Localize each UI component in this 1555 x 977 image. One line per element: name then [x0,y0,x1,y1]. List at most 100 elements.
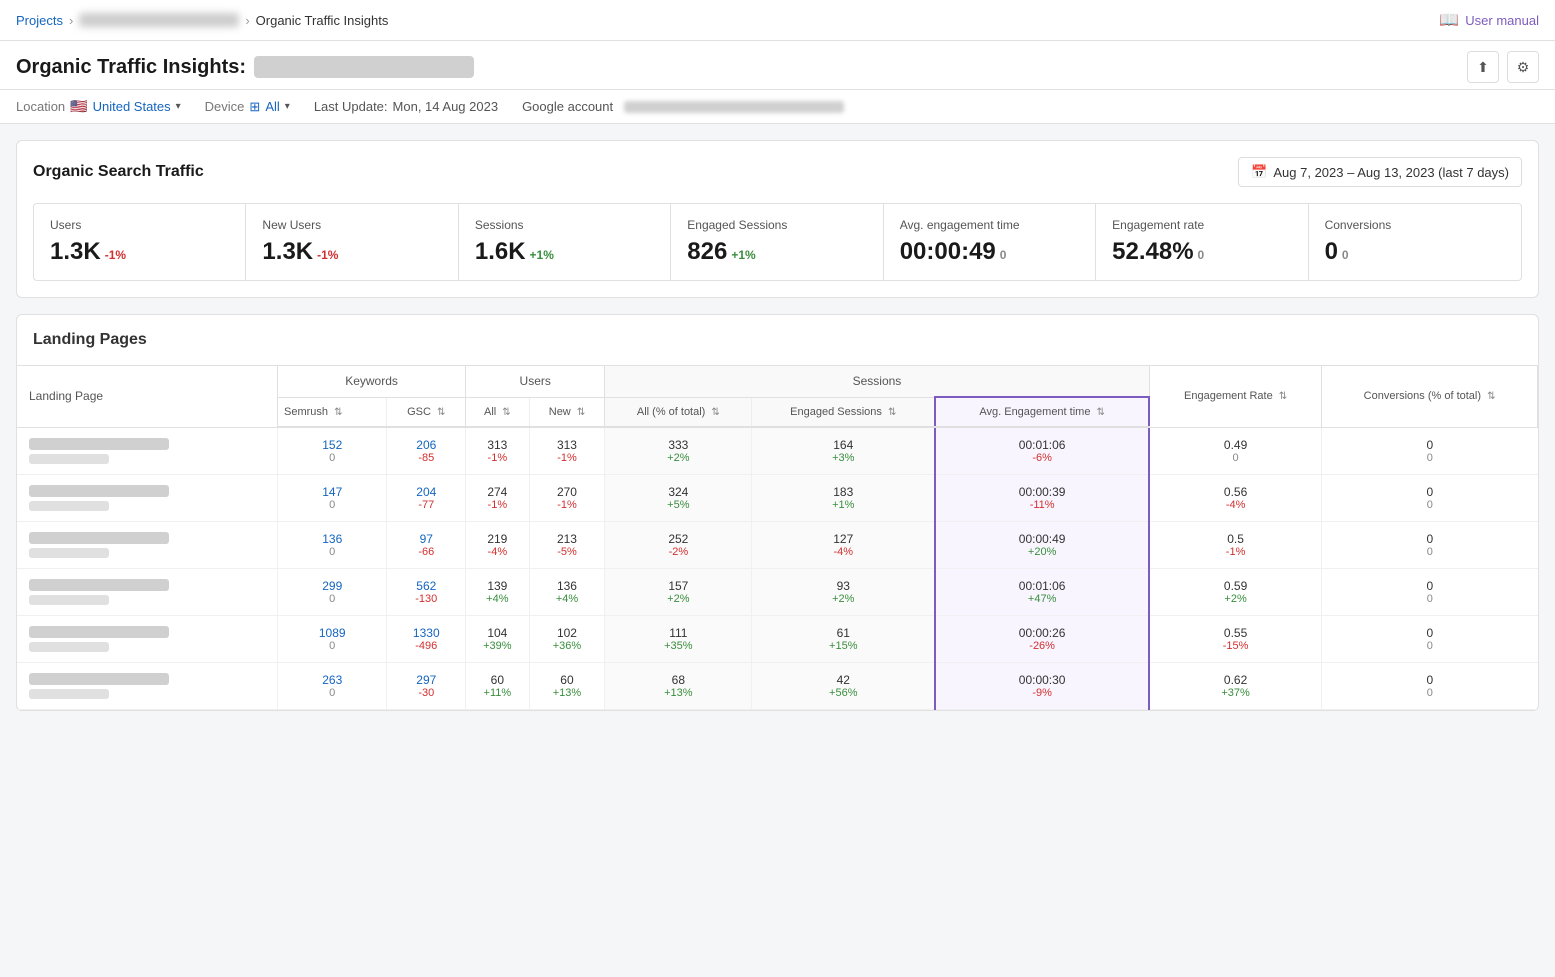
organic-search-header: Organic Search Traffic 📅 Aug 7, 2023 – A… [33,157,1522,187]
table-row: 299 0 562 -130 139 +4% 136 +4% 157 +2% 9… [17,569,1538,616]
gsc-val: 297 -30 [387,663,466,710]
metric-value: 00:00:490 [900,238,1079,266]
semrush-val: 1089 0 [277,616,387,663]
users-new-val: 213 -5% [529,522,605,569]
metric-label: Users [50,218,229,232]
metric-label: Engaged Sessions [687,218,866,232]
metric-change: -1% [105,248,126,262]
sessions-all-val: 68 +13% [605,663,752,710]
page-header: Organic Traffic Insights: ⬆ ⚙ [0,41,1555,90]
sessions-all-val: 252 -2% [605,522,752,569]
sessions-all-val: 333 +2% [605,427,752,475]
table-row: 136 0 97 -66 219 -4% 213 -5% 252 -2% 127… [17,522,1538,569]
engaged-sessions-val: 93 +2% [752,569,935,616]
main-content: Organic Search Traffic 📅 Aug 7, 2023 – A… [0,124,1555,727]
semrush-val: 147 0 [277,475,387,522]
metric-engagement-rate: Engagement rate 52.48%0 [1096,204,1308,280]
date-range-label: Aug 7, 2023 – Aug 13, 2023 (last 7 days) [1273,165,1509,180]
metric-engaged-sessions: Engaged Sessions 826+1% [671,204,883,280]
conversions-val: 0 0 [1322,475,1538,522]
landing-page-cell [17,475,277,522]
col-engaged-sessions[interactable]: Engaged Sessions ⇅ [752,397,935,427]
sessions-all-val: 157 +2% [605,569,752,616]
metric-avg.-engagement-time: Avg. engagement time 00:00:490 [884,204,1096,280]
location-flag: 🇺🇸 [70,98,87,115]
top-bar: Projects › › Organic Traffic Insights 📖 … [0,0,1555,41]
avg-engagement-val: 00:00:49 +20% [935,522,1149,569]
page-title: Organic Traffic Insights: [16,56,474,79]
users-all-val: 60 +11% [466,663,530,710]
users-new-val: 136 +4% [529,569,605,616]
avg-engagement-val: 00:00:26 -26% [935,616,1149,663]
col-users-new[interactable]: New ⇅ [529,397,605,427]
gsc-val: 206 -85 [387,427,466,475]
users-group-header: Users [466,366,605,397]
lp-tag-blurred [29,548,109,558]
eng-rate-val: 0.49 0 [1149,427,1322,475]
conversions-val: 0 0 [1322,569,1538,616]
eng-rate-val: 0.56 -4% [1149,475,1322,522]
conversions-val: 0 0 [1322,522,1538,569]
conversions-val: 0 0 [1322,663,1538,710]
location-filter[interactable]: Location 🇺🇸 United States ▾ [16,98,181,115]
export-button[interactable]: ⬆ [1467,51,1499,83]
users-all-val: 104 +39% [466,616,530,663]
device-filter[interactable]: Device ⊞ All ▾ [205,99,290,115]
avg-engagement-val: 00:01:06 -6% [935,427,1149,475]
lp-url-blurred [29,673,169,685]
lp-url-blurred [29,532,169,544]
table-row: 1089 0 1330 -496 104 +39% 102 +36% 111 +… [17,616,1538,663]
engaged-sessions-val: 127 -4% [752,522,935,569]
breadcrumb-projects[interactable]: Projects [16,13,63,28]
location-value[interactable]: United States [93,99,171,114]
landing-page-cell [17,427,277,475]
metric-value: 1.3K-1% [50,238,229,266]
col-semrush[interactable]: Semrush ⇅ [277,397,387,427]
user-manual-icon: 📖 [1439,10,1459,30]
lp-col-header: Landing Page [17,366,277,427]
device-value[interactable]: All [265,99,279,114]
conversions-val: 0 0 [1322,616,1538,663]
lp-url-blurred [29,485,169,497]
landing-page-cell [17,663,277,710]
metric-value: 1.3K-1% [262,238,441,266]
metric-conversions: Conversions 00 [1309,204,1521,280]
col-avg-engagement[interactable]: Avg. Engagement time ⇅ [935,397,1149,427]
lp-tag-blurred [29,642,109,652]
semrush-val: 299 0 [277,569,387,616]
col-users-all[interactable]: All ⇅ [466,397,530,427]
avg-engagement-val: 00:00:30 -9% [935,663,1149,710]
conversions-val: 0 0 [1322,427,1538,475]
landing-pages-card: Landing Pages Landing Page Keywords User… [16,314,1539,711]
date-picker-button[interactable]: 📅 Aug 7, 2023 – Aug 13, 2023 (last 7 day… [1238,157,1522,187]
metrics-grid: Users 1.3K-1% New Users 1.3K-1% Sessions… [33,203,1522,281]
user-manual-button[interactable]: 📖 User manual [1439,10,1539,30]
keywords-group-header: Keywords [277,366,465,397]
avg-engagement-val: 00:01:06 +47% [935,569,1149,616]
lp-tag-blurred [29,454,109,464]
landing-page-cell [17,616,277,663]
users-all-val: 274 -1% [466,475,530,522]
gsc-val: 1330 -496 [387,616,466,663]
organic-search-card: Organic Search Traffic 📅 Aug 7, 2023 – A… [16,140,1539,298]
metric-value: 826+1% [687,238,866,266]
sessions-all-val: 324 +5% [605,475,752,522]
metric-label: Avg. engagement time [900,218,1079,232]
eng-rate-val: 0.5 -1% [1149,522,1322,569]
metric-sessions: Sessions 1.6K+1% [459,204,671,280]
col-gsc[interactable]: GSC ⇅ [387,397,466,427]
breadcrumb-sep1: › [69,13,73,28]
metric-value: 1.6K+1% [475,238,654,266]
lp-tag-blurred [29,595,109,605]
page-title-text: Organic Traffic Insights: [16,56,246,79]
users-new-val: 60 +13% [529,663,605,710]
col-sessions-all[interactable]: All (% of total) ⇅ [605,397,752,427]
settings-button[interactable]: ⚙ [1507,51,1539,83]
users-all-val: 313 -1% [466,427,530,475]
metric-change: 0 [1198,248,1205,262]
google-account-blurred [624,101,844,113]
lp-tag-blurred [29,501,109,511]
eng-rate-val: 0.59 +2% [1149,569,1322,616]
engaged-sessions-val: 164 +3% [752,427,935,475]
metric-value: 00 [1325,238,1505,266]
